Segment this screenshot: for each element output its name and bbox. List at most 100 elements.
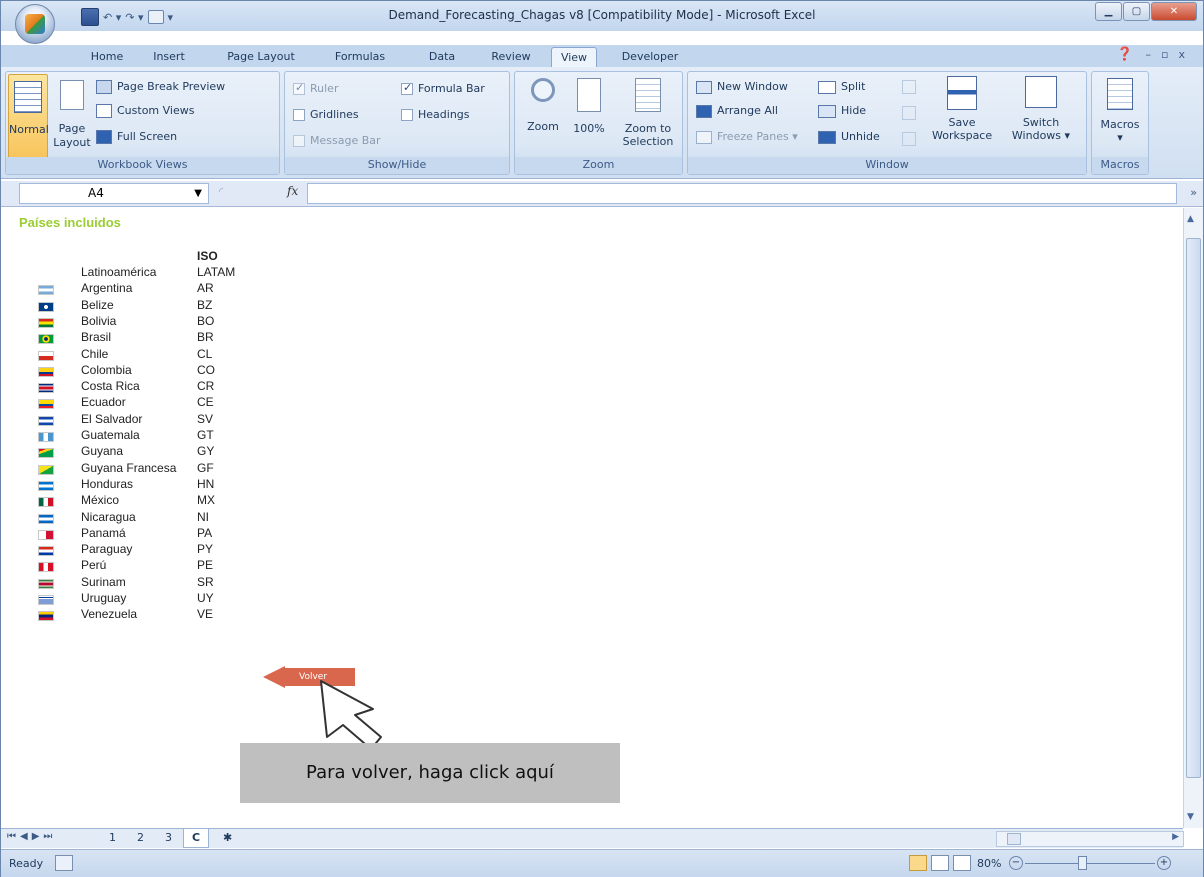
country-name: México <box>81 493 120 508</box>
country-row: Colombia CO <box>1 363 301 379</box>
tab-insert[interactable]: Insert <box>141 47 197 69</box>
custom-views-label: Custom Views <box>117 104 195 117</box>
page-layout-view-button[interactable]: Page Layout <box>52 74 92 158</box>
minimize-button[interactable]: ▁ <box>1095 2 1122 21</box>
normal-view-button[interactable]: Normal <box>8 74 49 158</box>
country-iso-code: SV <box>197 411 214 426</box>
new-window-button[interactable]: New Window <box>696 80 788 94</box>
scroll-up-icon[interactable]: ▲ <box>1187 214 1194 224</box>
switch-windows-button[interactable]: Switch Windows ▾ <box>1006 76 1076 142</box>
sheet-tab-3[interactable]: 3 <box>157 829 180 848</box>
group-show-hide: Ruler Gridlines Message Bar Formula Bar … <box>284 71 510 175</box>
reset-window-position-icon[interactable] <box>902 132 916 146</box>
hide-button[interactable]: Hide <box>818 104 866 118</box>
guatemala-flag-icon <box>38 432 54 442</box>
country-row: Uruguay UY <box>1 591 301 607</box>
name-box-value: A4 <box>88 186 104 200</box>
headings-checkbox[interactable]: Headings <box>401 108 470 121</box>
sheet-tab-c[interactable]: C <box>183 829 210 848</box>
formula-bar-checkbox[interactable]: Formula Bar <box>401 81 485 95</box>
unhide-label: Unhide <box>841 130 880 143</box>
country-row: Paraguay PY <box>1 542 301 558</box>
sync-scrolling-icon[interactable] <box>902 106 916 120</box>
country-name: Argentina <box>81 281 133 296</box>
tab-formulas[interactable]: Formulas <box>327 47 393 69</box>
page-layout-status-icon[interactable] <box>931 855 949 871</box>
zoom-out-icon[interactable]: − <box>1009 856 1023 870</box>
country-iso-code: CE <box>197 395 214 410</box>
zoom-100-button[interactable]: 100% <box>569 78 609 135</box>
unhide-icon <box>818 130 836 144</box>
country-name: Perú <box>81 558 107 573</box>
insert-function-icon[interactable]: fx <box>287 184 298 198</box>
arrange-all-button[interactable]: Arrange All <box>696 104 778 118</box>
freeze-panes-button[interactable]: Freeze Panes ▾ <box>696 130 798 144</box>
page-layout-icon <box>60 80 84 110</box>
country-name: Belize <box>81 297 114 312</box>
page-break-preview-button[interactable]: Page Break Preview <box>96 80 225 94</box>
custom-views-button[interactable]: Custom Views <box>96 104 194 118</box>
macros-button[interactable]: Macros ▾ <box>1094 78 1146 144</box>
tab-view[interactable]: View <box>551 47 597 69</box>
tab-developer[interactable]: Developer <box>611 47 689 69</box>
save-workspace-button[interactable]: Save Workspace <box>932 76 992 142</box>
zoom-slider-track[interactable] <box>1025 863 1155 864</box>
zoom-slider-thumb[interactable] <box>1078 856 1087 870</box>
help-icon[interactable]: ❓ <box>1117 47 1133 62</box>
country-iso-code: PA <box>197 525 213 540</box>
tab-data[interactable]: Data <box>419 47 465 69</box>
normal-view-status-icon[interactable] <box>909 855 927 871</box>
office-button[interactable] <box>15 4 55 44</box>
split-button[interactable]: Split <box>818 80 865 94</box>
mdi-controls[interactable]: –▫x <box>1146 48 1195 61</box>
macros-icon <box>1107 78 1133 110</box>
close-button[interactable]: ✕ <box>1151 2 1197 21</box>
name-box[interactable]: A4 ▼ <box>19 183 209 204</box>
message-bar-checkbox[interactable]: Message Bar <box>293 134 381 147</box>
sheet-tab-2[interactable]: 2 <box>129 829 152 848</box>
country-row: Perú PE <box>1 558 301 574</box>
country-iso-code: CR <box>197 379 215 394</box>
split-label: Split <box>841 80 866 93</box>
view-side-by-side-icon[interactable] <box>902 80 916 94</box>
full-screen-button[interactable]: Full Screen <box>96 130 177 144</box>
country-iso-code: HN <box>197 476 215 491</box>
zoom-in-icon[interactable]: + <box>1157 856 1171 870</box>
tab-page-layout[interactable]: Page Layout <box>221 47 301 69</box>
horizontal-scroll-thumb[interactable] <box>1007 833 1021 845</box>
scroll-right-icon[interactable]: ▶ <box>1172 832 1179 842</box>
magnifier-icon <box>531 78 555 102</box>
macro-record-icon[interactable] <box>55 855 73 871</box>
expand-formula-bar-icon[interactable]: » <box>1190 186 1197 199</box>
sheet-tab-1[interactable]: 1 <box>101 829 124 848</box>
zoom-button[interactable]: Zoom <box>521 78 565 133</box>
name-box-dropdown-icon[interactable]: ▼ <box>194 184 202 203</box>
horizontal-scrollbar[interactable]: ▶ <box>996 831 1184 847</box>
page-break-status-icon[interactable] <box>953 855 971 871</box>
page-layout-label-2: Layout <box>53 136 91 149</box>
country-row: Bolivia BO <box>1 314 301 330</box>
ruler-checkbox[interactable]: Ruler <box>293 81 338 95</box>
country-iso-code: PY <box>197 542 214 557</box>
vertical-scroll-thumb[interactable] <box>1186 238 1201 778</box>
maximize-button[interactable]: ▢ <box>1123 2 1150 21</box>
unhide-button[interactable]: Unhide <box>818 130 880 144</box>
scroll-down-icon[interactable]: ▼ <box>1187 812 1194 822</box>
zoom-level[interactable]: 80% <box>977 857 1001 870</box>
tab-review[interactable]: Review <box>481 47 541 69</box>
formula-input[interactable] <box>307 183 1177 204</box>
group-label-window: Window <box>688 157 1086 174</box>
costa-rica-flag-icon <box>38 383 54 394</box>
tab-home[interactable]: Home <box>79 47 135 69</box>
sheet-heading: Países incluidos <box>19 215 121 230</box>
country-name: Costa Rica <box>81 379 140 394</box>
sheet-nav-arrows-icon[interactable]: ⏮◀▶⏭ <box>7 831 56 842</box>
zoom-to-selection-button[interactable]: Zoom to Selection <box>617 78 679 148</box>
country-iso-code: VE <box>197 607 214 622</box>
insert-sheet-icon[interactable]: ✱ <box>215 829 243 848</box>
zoom-selection-icon <box>635 78 661 112</box>
ribbon: Normal Page Layout Page Break Preview Cu… <box>1 67 1203 179</box>
country-iso-code: BZ <box>197 297 213 312</box>
vertical-scrollbar[interactable]: ▲ ▼ <box>1183 208 1203 828</box>
gridlines-checkbox[interactable]: Gridlines <box>293 108 359 121</box>
